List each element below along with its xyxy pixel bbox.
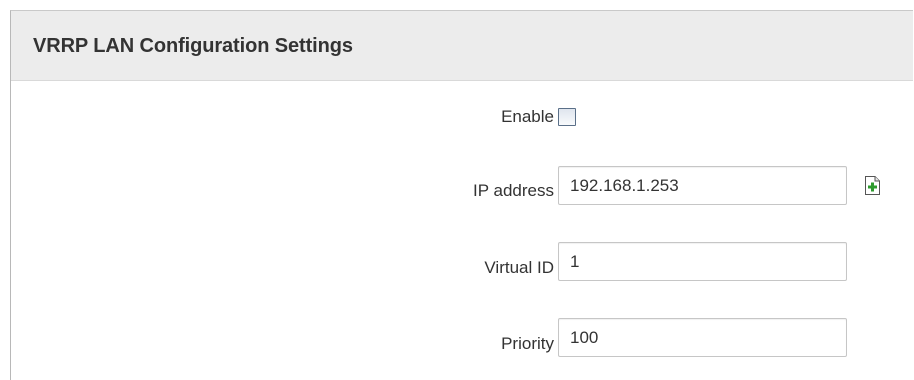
enable-checkbox[interactable] — [558, 108, 576, 126]
section-header: VRRP LAN Configuration Settings — [11, 11, 913, 81]
priority-input[interactable] — [558, 318, 847, 357]
virtual-id-input[interactable] — [558, 242, 847, 281]
add-document-icon[interactable] — [864, 176, 881, 195]
priority-label: Priority — [501, 334, 554, 353]
section-title: VRRP LAN Configuration Settings — [33, 35, 353, 57]
enable-label: Enable — [501, 107, 554, 126]
ip-address-label: IP address — [473, 181, 554, 200]
ip-address-input[interactable] — [558, 166, 847, 205]
virtual-id-label: Virtual ID — [484, 258, 554, 277]
